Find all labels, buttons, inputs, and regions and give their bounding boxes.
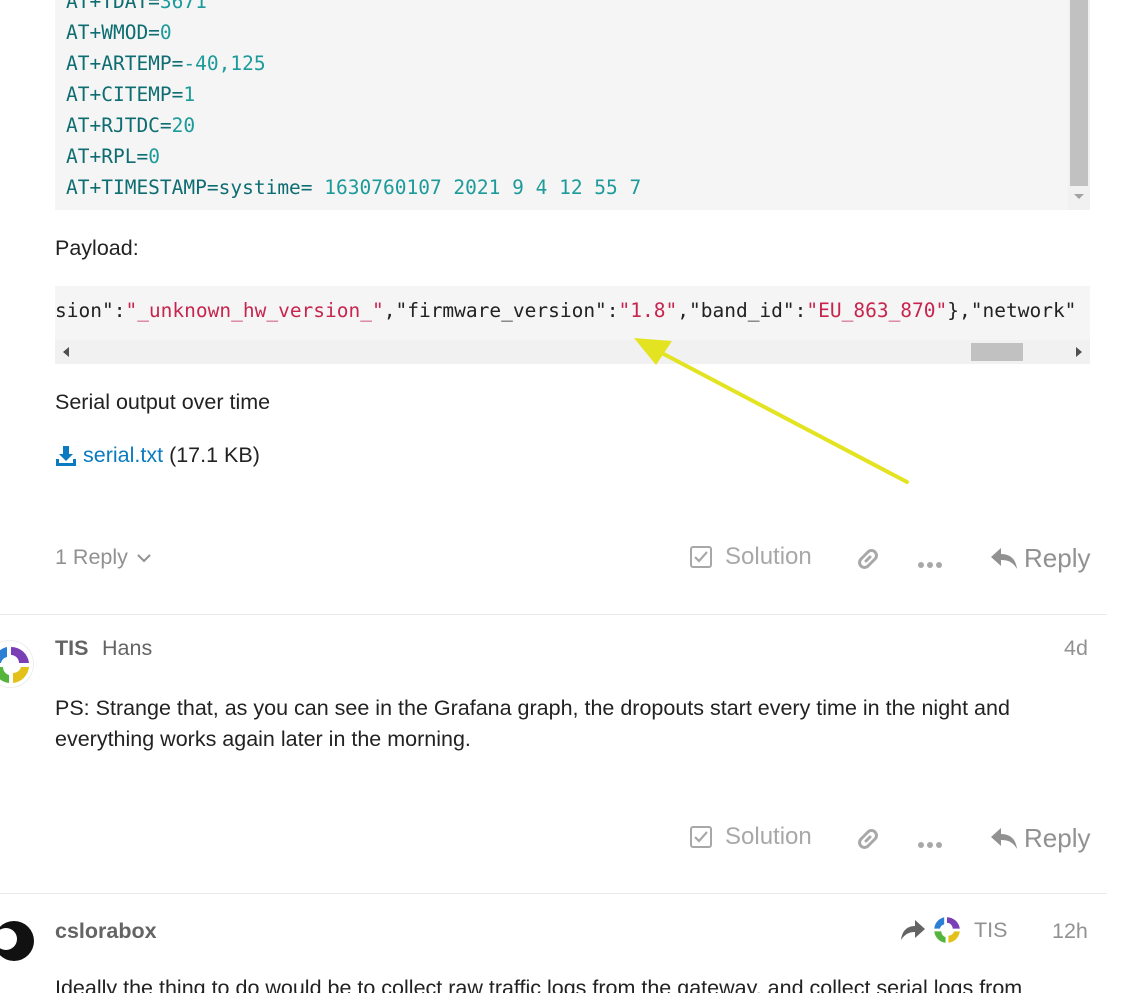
code-scrollbar-thumb[interactable] <box>1070 0 1088 186</box>
ellipsis-icon <box>918 842 942 848</box>
config-code-line: AT+CITEMP=1 <box>66 79 641 110</box>
config-code-line: AT+RPL=0 <box>66 141 641 172</box>
attachment-size: (17.1 KB) <box>169 443 260 467</box>
payload-label: Payload: <box>55 236 139 260</box>
payload-text-3: ,"band_id": <box>677 299 807 322</box>
post-date[interactable]: 12h <box>1052 919 1088 944</box>
checkbox-icon <box>690 826 712 848</box>
reply-button[interactable]: Reply <box>990 543 1090 574</box>
post-username[interactable]: cslorabox <box>55 919 157 944</box>
attachment-name[interactable]: serial.txt <box>83 443 163 468</box>
config-value: 3671 <box>159 0 207 13</box>
payload-text-4: },"network" <box>947 299 1077 322</box>
avatar[interactable] <box>0 915 38 963</box>
replies-count: 1 Reply <box>55 545 128 569</box>
config-code-block: AT+TDAT=3671 AT+WMOD=0 AT+ARTEMP=-40,125 AT… <box>55 0 1090 210</box>
config-code-line: AT+WMOD=0 <box>66 17 641 48</box>
config-code-line: AT+TDAT=3671 <box>66 0 641 17</box>
config-value: 0 <box>159 21 172 44</box>
config-key: AT+RJTDC= <box>66 114 172 137</box>
solution-button[interactable]: Solution <box>689 823 812 851</box>
tis-logo-icon <box>0 646 29 683</box>
serial-output-label: Serial output over time <box>55 390 271 414</box>
config-key: AT+CITEMP= <box>66 83 184 106</box>
share-arrow-icon <box>901 920 925 940</box>
config-value: 20 <box>171 114 196 137</box>
post-username[interactable]: TIS <box>55 636 88 661</box>
ellipsis-icon <box>918 562 942 568</box>
payload-string-1: "_unknown_hw_version_" <box>125 299 384 322</box>
config-key: AT+ARTEMP= <box>66 52 184 75</box>
payload-code-line: sion":"_unknown_hw_version_","firmware_v… <box>55 299 1076 322</box>
attachment-link[interactable]: serial.txt <box>55 443 163 468</box>
scroll-left-arrow-icon[interactable] <box>63 347 69 357</box>
chevron-down-icon <box>137 553 151 562</box>
config-code-line: AT+RJTDC=20 <box>66 110 641 141</box>
reply-arrow-icon <box>991 827 1017 849</box>
post-controls-2: Solution Reply <box>55 819 1095 859</box>
avatar[interactable] <box>0 640 34 688</box>
code-vertical-scrollbar[interactable] <box>1068 0 1090 210</box>
payload-text-2: ,"firmware_version": <box>383 299 619 322</box>
reply-to-indicator[interactable]: TIS <box>900 913 1007 947</box>
post-divider <box>0 893 1107 894</box>
config-key: AT+WMOD= <box>66 21 160 44</box>
post-body: PS: Strange that, as you can see in the … <box>55 696 1010 751</box>
payload-text-1: sion": <box>55 299 126 322</box>
download-icon <box>56 445 76 466</box>
checkbox-icon <box>690 546 712 568</box>
post-fullname[interactable]: Hans <box>102 636 152 661</box>
post-date[interactable]: 4d <box>1064 636 1088 661</box>
tis-logo-icon <box>934 917 960 943</box>
solution-label: Solution <box>725 823 812 850</box>
forum-thread: AT+TDAT=3671 AT+WMOD=0 AT+ARTEMP=-40,125 AT… <box>0 0 1130 993</box>
annotation-arrow-icon <box>634 338 909 484</box>
solution-button[interactable]: Solution <box>689 543 812 571</box>
payload-string-2: "1.8" <box>618 299 678 322</box>
more-options-button[interactable] <box>917 836 943 854</box>
payload-string-3: "EU_863_870" <box>806 299 948 322</box>
solution-label: Solution <box>725 543 812 570</box>
scroll-right-arrow-icon[interactable] <box>1076 347 1082 357</box>
payload-scrollbar-thumb[interactable] <box>971 343 1023 361</box>
replies-toggle-button[interactable]: 1 Reply <box>55 545 152 570</box>
payload-code-block: sion":"_unknown_hw_version_","firmware_v… <box>55 286 1090 364</box>
share-link-button[interactable] <box>854 545 882 578</box>
config-key: AT+TDAT= <box>66 0 160 13</box>
share-link-button[interactable] <box>854 825 882 858</box>
reply-label: Reply <box>1024 543 1091 573</box>
config-value: 1630760107 2021 9 4 12 55 7 <box>312 176 642 199</box>
payload-horizontal-scrollbar[interactable] <box>55 340 1090 364</box>
link-icon <box>858 829 878 849</box>
config-value: 1 <box>183 83 196 106</box>
post-body: Ideally the thing to do would be to coll… <box>55 976 1023 993</box>
config-key: AT+RPL= <box>66 145 149 168</box>
config-value: -40,125 <box>183 52 266 75</box>
reply-button[interactable]: Reply <box>990 823 1090 854</box>
post-divider <box>0 614 1107 615</box>
config-key: AT+TIMESTAMP=systime= <box>66 176 313 199</box>
link-icon <box>858 549 878 569</box>
reply-arrow-icon <box>991 547 1017 569</box>
config-value: 0 <box>148 145 160 168</box>
post-controls: 1 Reply Solution Reply <box>55 539 1095 579</box>
reply-to-username: TIS <box>974 917 1008 942</box>
config-code-line: AT+TIMESTAMP=systime= 1630760107 2021 9 … <box>66 172 641 203</box>
user-silhouette-icon <box>0 921 34 961</box>
more-options-button[interactable] <box>917 556 943 574</box>
config-code-line: AT+ARTEMP=-40,125 <box>66 48 641 79</box>
attachment: serial.txt (17.1 KB) <box>55 443 260 468</box>
reply-label: Reply <box>1024 823 1091 853</box>
scroll-down-arrow-icon[interactable] <box>1074 194 1084 199</box>
config-code-lines: AT+TDAT=3671 AT+WMOD=0 AT+ARTEMP=-40,125 AT… <box>66 0 641 203</box>
